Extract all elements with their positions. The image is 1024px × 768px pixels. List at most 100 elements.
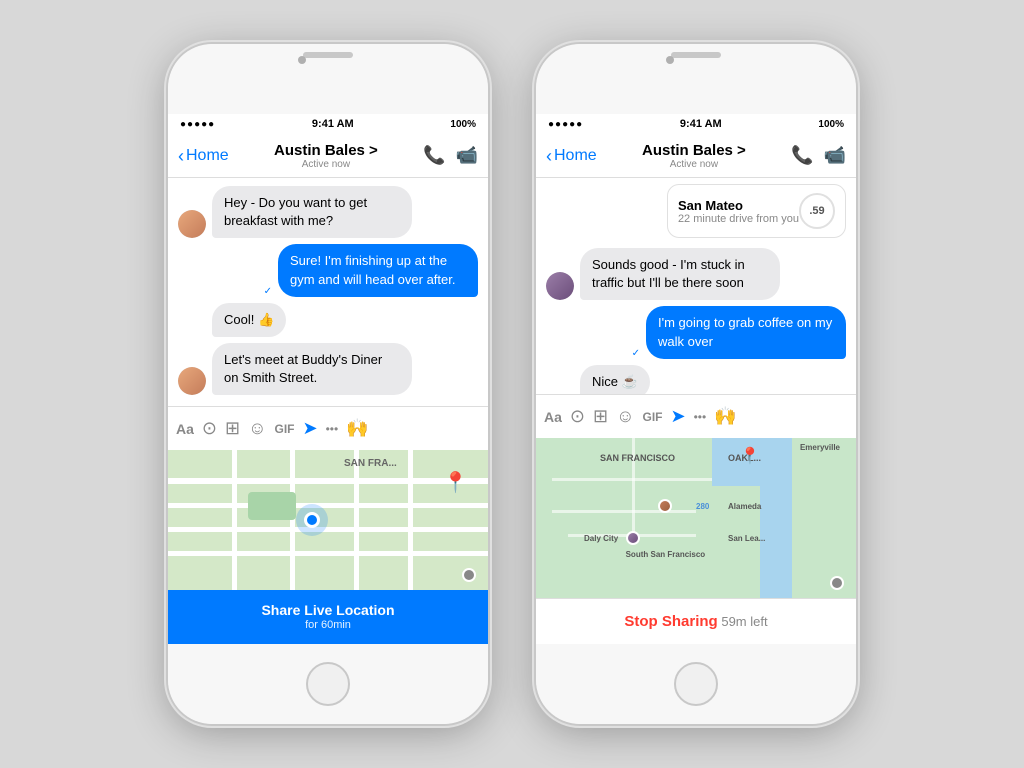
more-icon[interactable]: ••• [326,422,339,436]
location-dot-1 [304,512,320,528]
nav-bar-1: ‹ Home Austin Bales > Active now 📞 📹 [168,134,488,178]
map-pin-red: 📍 [740,446,760,466]
phone-top-bezel-1 [168,44,488,114]
toolbar-1: Aa ⊙ ⊞ ☺ GIF ➤ ••• 🙌 [168,406,488,450]
speaker [303,52,353,58]
nav-subtitle-2: Active now [642,159,746,170]
text-size-icon-2[interactable]: Aa [544,409,562,425]
nav-right-2[interactable]: 📞 📹 [791,145,846,166]
map-label-southsf: South San Francisco [626,550,706,559]
avatar-img-2a [546,272,574,300]
stop-sharing-button[interactable]: Stop Sharing 59m left [536,598,856,644]
phone-icon-1[interactable]: 📞 [423,145,445,166]
status-time-2: 9:41 AM [680,118,722,130]
status-bar-2: ●●●●● 9:41 AM 100% [536,114,856,134]
messages-area-1: Hey - Do you want to get breakfast with … [168,178,488,406]
msg-row-1: Hey - Do you want to get breakfast with … [178,186,478,238]
share-location-button[interactable]: Share Live Location for 60min [168,590,488,644]
back-button-2[interactable]: ‹ Home [546,147,597,165]
read-receipt-2: ✓ [632,348,640,359]
camera-icon-2[interactable]: ⊙ [570,406,585,427]
back-label-2: Home [554,147,597,165]
phone-2: ●●●●● 9:41 AM 100% ‹ Home Austin Bales >… [536,44,856,724]
photo-icon-2[interactable]: ⊞ [593,406,608,427]
camera-icon[interactable]: ⊙ [202,418,217,439]
location-card[interactable]: San Mateo 22 minute drive from you .59 [667,184,846,238]
nav-title-2: Austin Bales > [642,142,746,159]
msg-row-2: Sure! I'm finishing up at the gym and wi… [178,244,478,296]
signal-dots: ●●●●● [180,119,215,130]
bubble-2-3: Nice ☕ [580,365,650,394]
msg-row-2-1: Sounds good - I'm stuck in traffic but I… [546,248,846,300]
stop-time: 59m left [718,614,768,629]
location-info: San Mateo 22 minute drive from you [678,198,799,225]
back-button-1[interactable]: ‹ Home [178,147,229,165]
msg-row-2-3: Nice ☕ [546,365,846,394]
nav-title-1: Austin Bales > [274,142,378,159]
emoji-icon[interactable]: ☺ [248,418,266,439]
user-dot-2 [626,531,640,545]
back-arrow-icon-2: ‹ [546,147,552,165]
read-receipt-1: ✓ [264,286,272,297]
map-pin-1: 📍 [443,470,468,495]
scene: ●●●●● 9:41 AM 100% ‹ Home Austin Bales >… [0,0,1024,768]
status-right-1: 100% [450,119,476,130]
status-time-1: 9:41 AM [312,118,354,130]
home-button-2[interactable] [674,662,718,706]
user-dot-1 [658,499,672,513]
battery-label-1: 100% [450,119,476,130]
camera-dot [298,56,306,64]
nav-subtitle-1: Active now [274,159,378,170]
screen-2: ●●●●● 9:41 AM 100% ‹ Home Austin Bales >… [536,114,856,644]
msg-row-3: Cool! 👍 [178,303,478,337]
toolbar-2: Aa ⊙ ⊞ ☺ GIF ➤ ••• 🙌 [536,394,856,438]
photo-icon[interactable]: ⊞ [225,418,240,439]
map-label-sf: SAN FRANCISCO [600,453,675,463]
nav-center-2: Austin Bales > Active now [642,142,746,170]
map-area-1: SAN FRA... 📍 [168,450,488,590]
wave-icon[interactable]: 🙌 [346,418,368,439]
location-title: San Mateo [678,198,799,213]
location-card-row: San Mateo 22 minute drive from you .59 [536,178,856,240]
more-icon-2[interactable]: ••• [694,410,707,424]
bubble-4: Let's meet at Buddy's Diner on Smith Str… [212,343,412,395]
text-size-icon[interactable]: Aa [176,421,194,437]
location-card-msg-row: San Mateo 22 minute drive from you .59 [546,184,846,238]
map-label-280: 280 [696,502,709,511]
wave-icon-2[interactable]: 🙌 [714,406,736,427]
gif-icon-2[interactable]: GIF [642,410,662,424]
status-right-2: 100% [818,119,844,130]
stop-label: Stop Sharing [624,613,717,630]
emoji-icon-2[interactable]: ☺ [616,406,634,427]
avatar-img-1a [178,210,206,238]
back-label-1: Home [186,147,229,165]
video-icon-2[interactable]: 📹 [824,145,846,166]
camera-dot-2 [666,56,674,64]
map-bg-2: SAN FRANCISCO 280 Daly City South San Fr… [536,438,856,598]
home-button-1[interactable] [306,662,350,706]
video-icon-1[interactable]: 📹 [456,145,478,166]
gif-icon[interactable]: GIF [274,422,294,436]
map-label-daly: Daly City [584,534,618,543]
location-card-inner: San Mateo 22 minute drive from you .59 [668,185,845,237]
phone-icon-2[interactable]: 📞 [791,145,813,166]
avatar-1a [178,210,206,238]
nav-right-1[interactable]: 📞 📹 [423,145,478,166]
signal-dots-2: ●●●●● [548,119,583,130]
nav-small-dot [462,568,476,582]
nav-bar-2: ‹ Home Austin Bales > Active now 📞 📹 [536,134,856,178]
map-label-sanlea: San Lea... [728,534,765,543]
send-icon[interactable]: ➤ [302,418,317,439]
bubble-2: Sure! I'm finishing up at the gym and wi… [278,244,478,296]
location-timer: .59 [799,193,835,229]
bubble-3: Cool! 👍 [212,303,286,337]
status-bar-1: ●●●●● 9:41 AM 100% [168,114,488,134]
msg-row-4: Let's meet at Buddy's Diner on Smith Str… [178,343,478,395]
send-icon-2[interactable]: ➤ [670,406,685,427]
battery-label-2: 100% [818,119,844,130]
avatar-img-1b [178,367,206,395]
phone-top-bezel-2 [536,44,856,114]
map-label-alameda: Alameda [728,502,761,511]
phone-bottom-bezel-1 [168,644,488,724]
nav-small-dot-2 [830,576,844,590]
